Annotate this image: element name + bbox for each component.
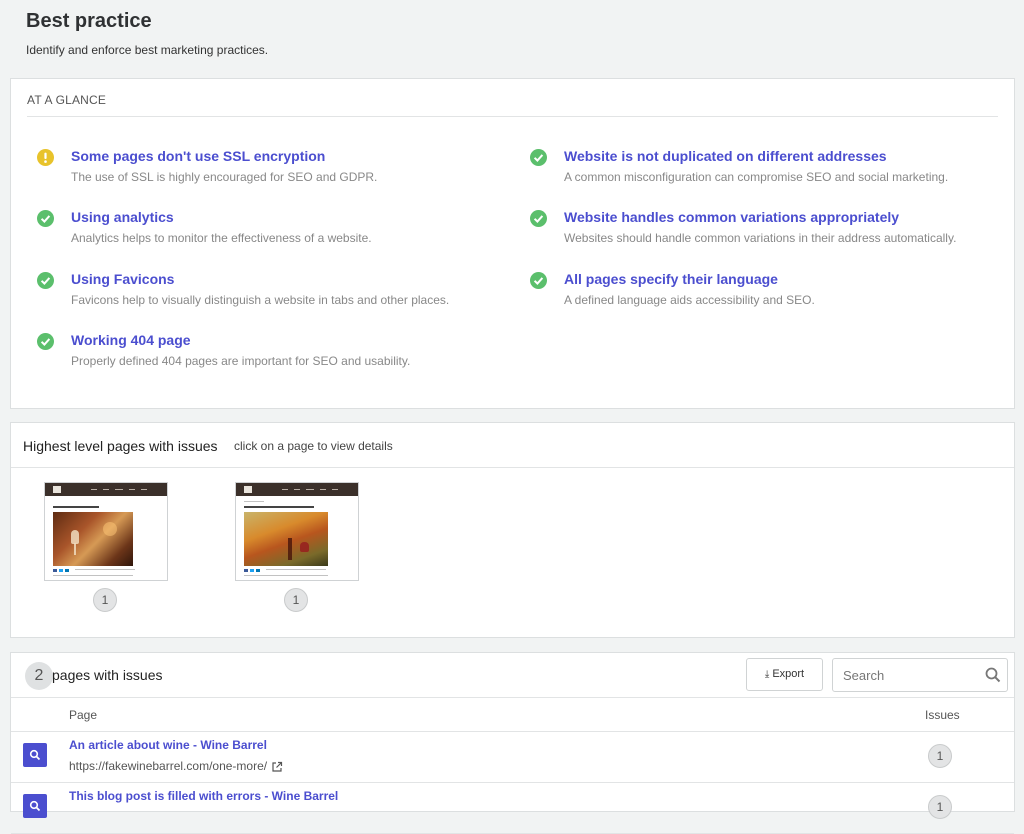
checkmark-icon	[530, 272, 547, 289]
table-row[interactable]: This blog post is filled with errors - W…	[11, 783, 1014, 834]
view-details-button[interactable]	[23, 794, 47, 818]
thumbnail-logo	[244, 486, 252, 493]
page-thumbnail[interactable]	[44, 482, 168, 581]
check-title[interactable]: Working 404 page	[71, 332, 191, 348]
at-a-glance-header: AT A GLANCE	[27, 93, 107, 107]
check-description: Favicons help to visually distinguish a …	[71, 293, 450, 307]
check-title[interactable]: Website handles common variations approp…	[564, 209, 899, 225]
pages-with-issues-panel: 2 pages with issues ⤓Export Page Issues …	[10, 652, 1015, 834]
pages-count-badge: 2	[25, 662, 53, 690]
export-label: Export	[772, 668, 805, 680]
table-row[interactable]: An article about wine - Wine Barrel http…	[11, 732, 1014, 783]
check-title[interactable]: All pages specify their language	[564, 271, 778, 287]
issue-count-badge: 1	[928, 744, 952, 768]
issue-count-badge: 1	[284, 588, 308, 612]
page-thumbnail[interactable]	[235, 482, 359, 581]
checkmark-icon	[530, 210, 547, 227]
check-description: Analytics helps to monitor the effective…	[71, 231, 372, 245]
column-header-issues[interactable]: Issues	[925, 708, 960, 722]
check-title[interactable]: Website is not duplicated on different a…	[564, 148, 887, 164]
column-header-page[interactable]: Page	[69, 708, 97, 722]
checkmark-icon	[530, 149, 547, 166]
download-icon: ⤓	[764, 669, 770, 680]
page-url: https://fakewinebarrel.com/one-more/	[69, 759, 283, 773]
check-description: A defined language aids accessibility an…	[564, 293, 815, 307]
check-description: The use of SSL is highly encouraged for …	[71, 170, 378, 184]
thumbnail-image	[244, 512, 328, 566]
divider	[27, 116, 998, 117]
page-subtitle: Identify and enforce best marketing prac…	[26, 43, 269, 57]
at-a-glance-panel: AT A GLANCE Some pages don't use SSL enc…	[10, 78, 1015, 409]
check-title[interactable]: Some pages don't use SSL encryption	[71, 148, 325, 164]
highest-level-pages-panel: Highest level pages with issues click on…	[10, 422, 1015, 638]
magnifier-icon	[29, 800, 41, 812]
issue-count-badge: 1	[93, 588, 117, 612]
page-url-text: https://fakewinebarrel.com/one-more/	[69, 759, 268, 773]
highest-pages-hint: click on a page to view details	[234, 439, 393, 453]
export-button[interactable]: ⤓ Export	[746, 658, 823, 691]
thumbnail-heading	[53, 506, 99, 508]
pages-with-issues-label: pages with issues	[52, 667, 163, 683]
magnifier-icon	[29, 749, 41, 761]
checkmark-icon	[37, 210, 54, 227]
page-title-link[interactable]: An article about wine - Wine Barrel	[69, 738, 267, 752]
divider	[11, 467, 1014, 468]
check-description: A common misconfiguration can compromise…	[564, 170, 949, 184]
page-title-link[interactable]: This blog post is filled with errors - W…	[69, 789, 338, 803]
checkmark-icon	[37, 272, 54, 289]
exclamation-icon	[37, 149, 54, 166]
search-input[interactable]	[843, 666, 978, 684]
search-icon[interactable]	[985, 667, 1001, 683]
checkmark-icon	[37, 333, 54, 350]
external-link-icon[interactable]	[271, 761, 283, 773]
check-description: Websites should handle common variations…	[564, 231, 957, 245]
highest-pages-header: Highest level pages with issues	[23, 438, 218, 454]
check-title[interactable]: Using Favicons	[71, 271, 174, 287]
divider	[11, 697, 1014, 698]
check-title[interactable]: Using analytics	[71, 209, 174, 225]
thumbnail-logo	[53, 486, 61, 493]
thumbnail-heading	[244, 506, 314, 508]
issue-count-badge: 1	[928, 795, 952, 819]
page-title: Best practice	[26, 10, 152, 32]
search-box[interactable]	[832, 658, 1008, 692]
check-description: Properly defined 404 pages are important…	[71, 354, 411, 368]
view-details-button[interactable]	[23, 743, 47, 767]
thumbnail-image	[53, 512, 133, 566]
